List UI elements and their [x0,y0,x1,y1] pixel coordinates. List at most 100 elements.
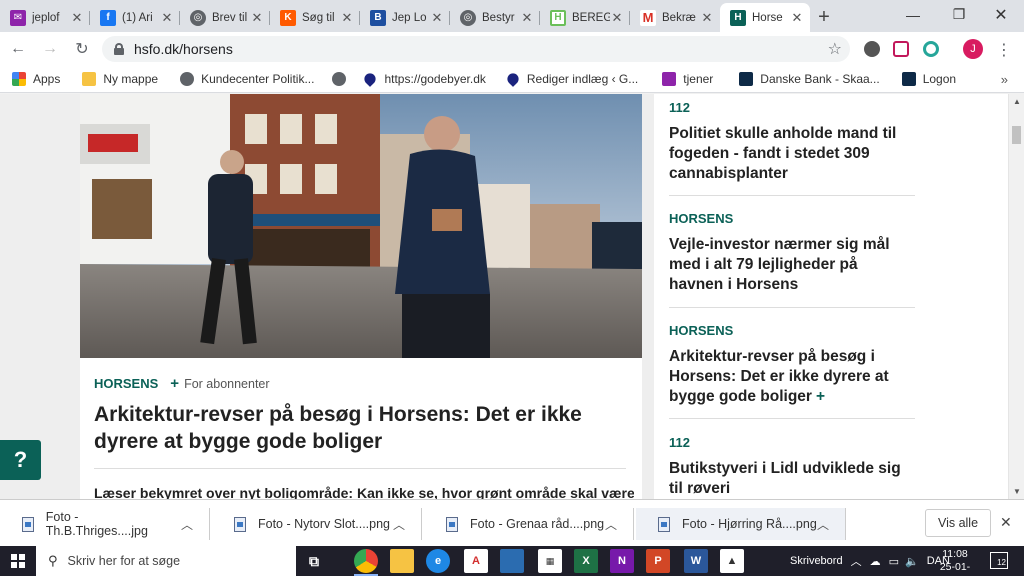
close-icon[interactable]: ✕ [700,10,714,26]
close-icon[interactable]: ✕ [610,10,624,26]
clock[interactable]: 11:08 25-01-2020 [930,548,980,576]
notification-center-icon[interactable]: 12 [990,552,1008,569]
scrollbar-thumb[interactable] [1012,126,1021,144]
forward-arrow-icon[interactable]: → [36,35,64,63]
article-lead[interactable]: Læser bekymret over nyt boligområde: Kan… [94,485,634,499]
image-file-icon [22,516,34,532]
tab-jep-lo[interactable]: B Jep Lo ✕ [360,3,450,32]
close-icon[interactable]: ✕ [160,10,174,26]
chevron-up-icon[interactable]: ︿ [605,516,617,533]
window-close-icon[interactable]: ✕ [978,0,1024,29]
extension-globe-icon[interactable] [864,41,880,57]
bookmark-godebyer[interactable]: https://godebyer.dk [362,71,486,87]
close-icon[interactable]: ✕ [340,10,354,26]
tab-sog[interactable]: K Søg til ✕ [270,3,360,32]
start-button[interactable] [0,546,36,576]
list-item-title[interactable]: Vejle-investor nærmer sig mål med i alt … [669,235,915,295]
main-article[interactable]: HORSENS + For abonnenter Arkitektur-revs… [80,94,642,499]
globe-icon: ◎ [190,9,206,26]
extension-circle-icon[interactable] [923,41,939,57]
list-item-title[interactable]: Butikstyveri i Lidl udviklede sig til rø… [669,459,915,499]
desktop-label[interactable]: Skrivebord [790,555,843,567]
bookmark-danske-bank[interactable]: Danske Bank - Skaa... [739,72,880,86]
list-item-title[interactable]: Politiet skulle anholde mand til fogeden… [669,124,915,184]
download-filename: Foto - Nytorv Slot....png [258,517,390,531]
tab-horsens[interactable]: H Horse ✕ [720,3,810,32]
profile-avatar[interactable]: J [963,39,983,59]
url-text[interactable]: hsfo.dk/horsens [134,41,233,57]
monitor-icon[interactable] [500,549,524,573]
chevron-up-icon[interactable]: ︿ [393,516,405,533]
chevron-up-icon[interactable]: ︿ [181,516,193,533]
battery-icon[interactable]: ▭ [889,555,899,568]
minimize-icon[interactable]: — [890,0,936,29]
show-all-downloads-button[interactable]: Vis alle [925,509,991,537]
chrome-icon[interactable] [354,549,378,576]
list-item[interactable]: 112 Butikstyveri i Lidl udviklede sig ti… [669,435,915,499]
list-item-title[interactable]: Arkitektur-revser på besøg i Horsens: De… [669,347,915,407]
b-icon: B [370,9,386,26]
chevron-up-icon[interactable]: ︿ [851,553,862,569]
photos-icon[interactable]: ▲ [720,549,744,573]
scroll-up-icon[interactable]: ▲ [1013,97,1021,106]
back-arrow-icon[interactable]: ← [4,35,32,63]
apps-grid-icon [12,72,26,86]
tab-bestyr[interactable]: ◎ Bestyr ✕ [450,3,540,32]
cloud-icon[interactable]: ☁ [870,555,881,568]
acrobat-icon[interactable]: A [464,549,488,573]
close-icon[interactable]: ✕ [790,10,804,26]
store-icon[interactable]: ▦ [538,549,562,573]
download-item[interactable]: Foto - Th.B.Thriges....jpg ︿ [0,508,210,540]
article-kicker[interactable]: HORSENS [94,376,158,391]
bookmark-rediger[interactable]: Rediger indlæg ‹ G... [504,71,638,87]
taskbar-search-input[interactable]: ⚲ Skriv her for at søge [36,546,296,576]
close-icon[interactable]: ✕ [250,10,264,26]
excel-icon[interactable]: X [574,549,598,573]
tab-jeplof[interactable]: ✉ jeplof ✕ [0,3,90,32]
help-button[interactable]: ? [0,440,41,480]
tab-bereg[interactable]: H BEREG ✕ [540,3,630,32]
bookmark-star-icon[interactable]: ☆ [828,39,842,59]
lock-icon[interactable] [114,43,124,55]
download-item[interactable]: Foto - Nytorv Slot....png ︿ [212,508,422,540]
menu-kebab-icon[interactable]: ⋮ [996,40,1012,60]
article-photo[interactable] [80,94,642,358]
bookmark-kundecenter[interactable]: Kundecenter Politik... [180,72,314,86]
list-item[interactable]: HORSENS Arkitektur-revser på besøg i Hor… [669,323,915,407]
word-icon[interactable]: W [684,549,708,573]
download-item[interactable]: Foto - Hjørring Rå....png ︿ [636,508,846,540]
list-item[interactable]: HORSENS Vejle-investor nærmer sig mål me… [669,211,915,295]
bookmark-apps[interactable]: Apps [12,72,60,86]
powerpoint-icon[interactable]: P [646,549,670,573]
new-tab-button[interactable]: + [810,3,838,32]
divider [669,418,915,419]
task-view-icon[interactable]: ⧉ [302,549,326,573]
download-item[interactable]: Foto - Grenaa råd....png ︿ [424,508,634,540]
reload-icon[interactable]: ↻ [68,35,96,63]
close-icon[interactable]: ✕ [430,10,444,26]
page-scrollbar[interactable]: ▲ ▼ [1008,94,1024,499]
volume-icon[interactable]: 🔈 [905,555,919,568]
file-explorer-icon[interactable] [390,549,414,573]
edge-icon[interactable]: e [426,549,450,573]
tab-facebook[interactable]: f (1) Ari ✕ [90,3,180,32]
close-icon[interactable]: ✕ [520,10,534,26]
address-bar[interactable]: hsfo.dk/horsens ☆ [102,36,850,62]
tab-bekrae[interactable]: M Bekræ ✕ [630,3,720,32]
chevron-up-icon[interactable]: ︿ [817,516,829,533]
article-meta: HORSENS + For abonnenter [94,375,270,392]
bookmark-logon[interactable]: Logon [901,72,956,86]
list-item[interactable]: 112 Politiet skulle anholde mand til fog… [669,100,915,184]
bookmark-ny-mappe[interactable]: Ny mappe [82,72,158,86]
onenote-icon[interactable]: N [610,549,634,573]
bookmark-tjener[interactable]: tjener [662,72,713,86]
extension-shield-icon[interactable] [893,41,909,57]
scroll-down-icon[interactable]: ▼ [1013,487,1021,496]
close-icon[interactable]: ✕ [70,10,84,26]
article-headline[interactable]: Arkitektur-revser på besøg i Horsens: De… [94,401,634,455]
tab-brev[interactable]: ◎ Brev til ✕ [180,3,270,32]
restore-icon[interactable]: ❐ [936,0,982,29]
bookmark-globe[interactable] [332,72,353,86]
close-icon[interactable]: ✕ [1000,514,1012,531]
bookmarks-overflow-icon[interactable]: » [1001,72,1008,87]
